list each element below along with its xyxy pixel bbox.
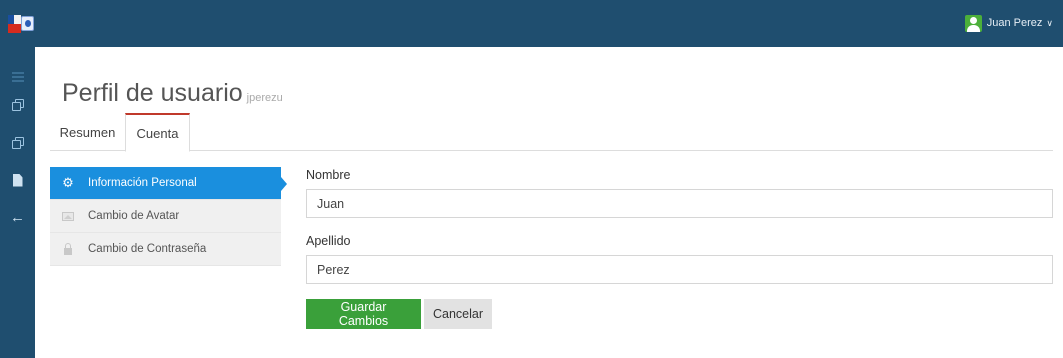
account-side-menu: ⚙ Información Personal Cambio de Avatar … [50,167,287,266]
top-navbar: Juan Perez ∨ [0,0,1063,47]
arrow-left-icon: ← [10,208,25,226]
rail-menu-button[interactable] [0,64,35,90]
user-avatar-icon [964,14,982,32]
nombre-input[interactable] [306,189,1053,218]
lock-icon [64,242,72,255]
rail-copy-button-1[interactable] [0,92,35,118]
rail-document-button[interactable] [0,167,35,193]
page-title-text: Perfil de usuario [62,79,243,107]
seal-icon [21,16,34,31]
apellido-field-group: Apellido [306,234,1053,284]
document-icon [12,173,23,187]
page-subtitle: jperezu [246,92,283,104]
tab-resumen[interactable]: Resumen [50,113,125,151]
side-item-cambio-avatar[interactable]: Cambio de Avatar [50,200,281,233]
menu-icon [11,71,24,83]
apellido-label: Apellido [306,234,351,248]
side-item-label: Cambio de Avatar [88,210,180,222]
rail-back-button[interactable]: ← [0,204,35,230]
left-sidebar: ← [0,47,35,358]
copy-icon [11,137,24,149]
save-button[interactable]: Guardar Cambios [306,299,421,329]
nombre-field-group: Nombre [306,168,1053,218]
side-item-label: Información Personal [88,177,197,189]
side-item-informacion-personal[interactable]: ⚙ Información Personal [50,167,287,200]
user-menu[interactable]: Juan Perez ∨ [964,13,1053,33]
apellido-input[interactable] [306,255,1053,284]
copy-icon [11,99,24,111]
government-logo[interactable] [8,15,34,33]
user-name: Juan Perez [986,17,1043,29]
rail-copy-button-2[interactable] [0,130,35,156]
tab-cuenta[interactable]: Cuenta [125,113,190,152]
page-title: Perfil de usuario jperezu [62,79,283,108]
cancel-button[interactable]: Cancelar [424,299,492,329]
gear-icon: ⚙ [62,175,74,190]
image-icon [62,211,74,221]
side-item-label: Cambio de Contraseña [88,243,207,255]
side-item-cambio-contrasena[interactable]: Cambio de Contraseña [50,233,281,266]
chevron-down-icon: ∨ [1046,17,1053,28]
profile-tabs: Resumen Cuenta [50,113,1053,152]
nombre-label: Nombre [306,168,351,182]
